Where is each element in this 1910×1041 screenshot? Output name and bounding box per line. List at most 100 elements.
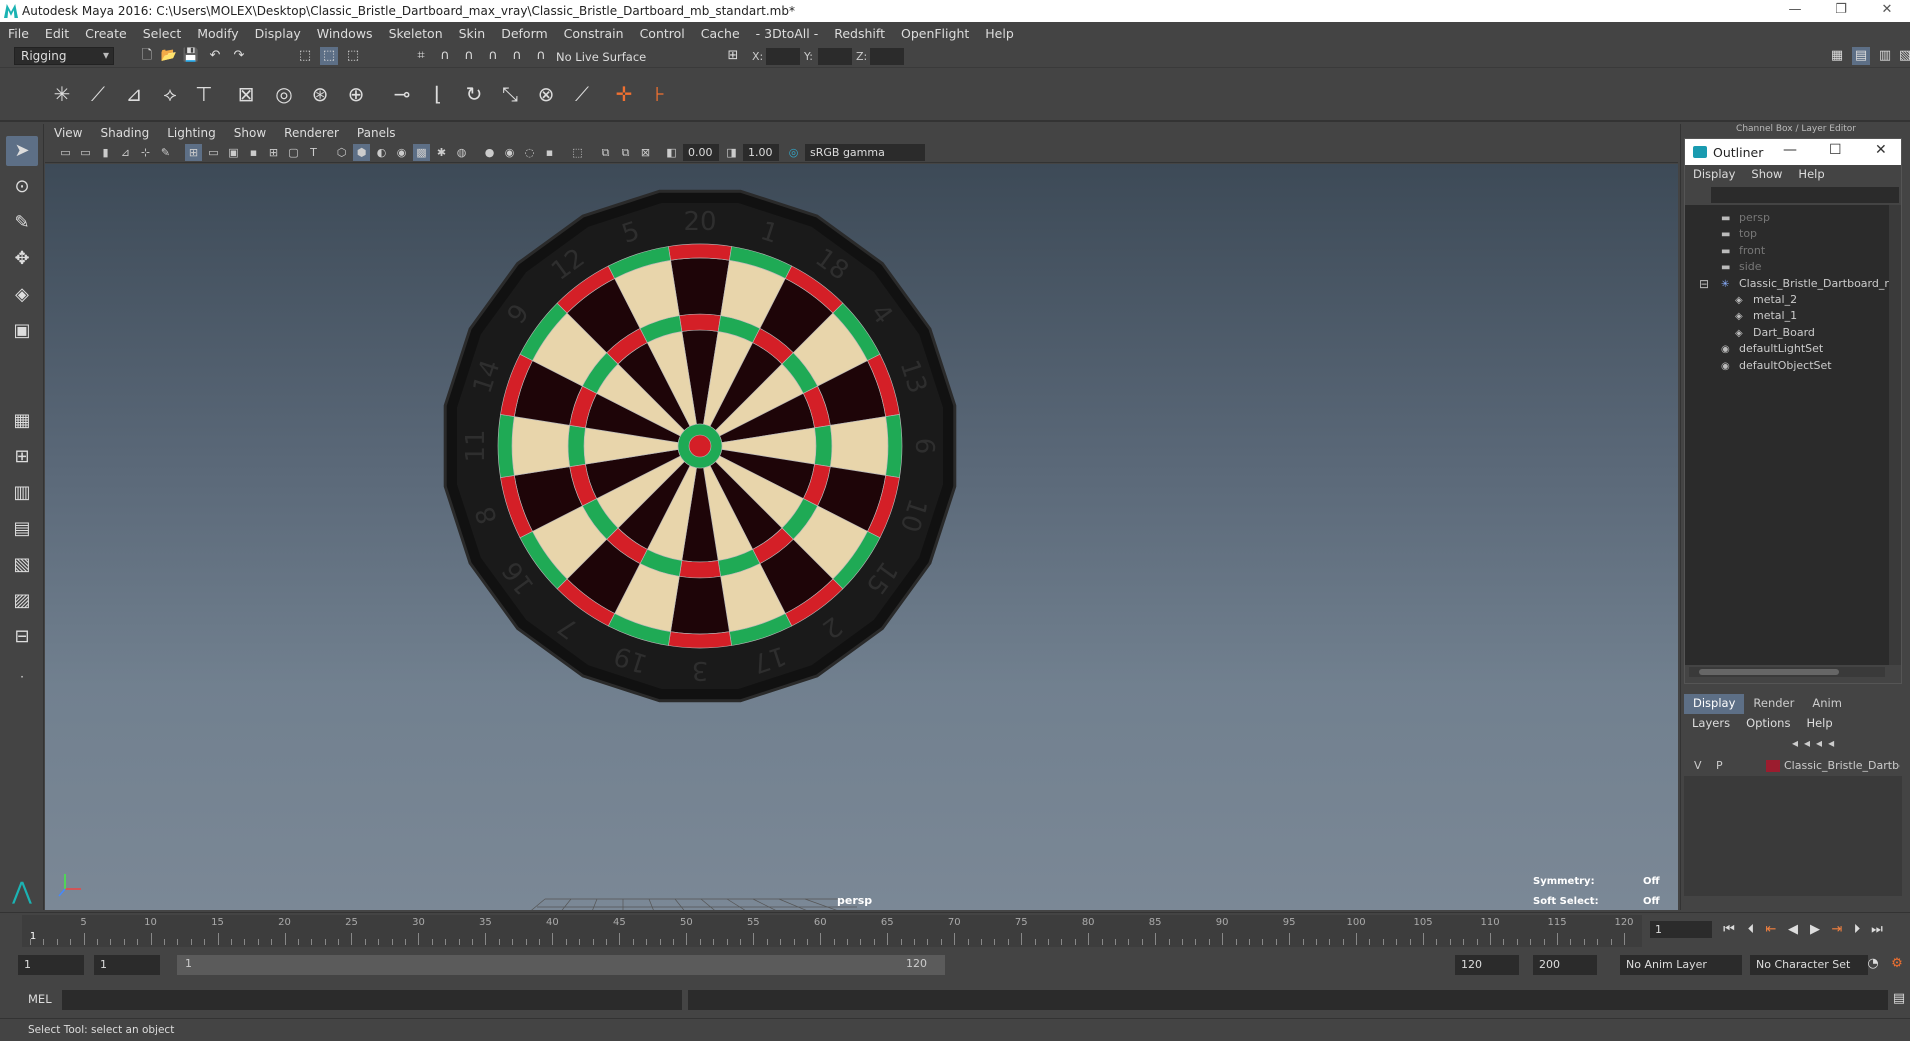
- outliner-item[interactable]: ✳ Classic_Bristle_Dartboard_r: [1721, 275, 1889, 293]
- exposure-field[interactable]: 0.00: [683, 144, 719, 161]
- outliner-item[interactable]: ◉ defaultObjectSet: [1721, 357, 1832, 375]
- current-frame-field[interactable]: 1: [1650, 921, 1712, 938]
- wire-icon[interactable]: ⊕: [340, 78, 372, 110]
- ik-spline-icon[interactable]: ⊿: [118, 78, 150, 110]
- z-field[interactable]: [870, 48, 904, 65]
- menuset-dropdown[interactable]: Rigging: [14, 47, 114, 65]
- custom-pane-icon[interactable]: ⊟: [6, 622, 38, 652]
- play-backwards-icon[interactable]: ◀: [1784, 921, 1802, 939]
- current-time-marker[interactable]: 1: [30, 931, 36, 942]
- outliner-item[interactable]: ▬ front: [1721, 242, 1765, 260]
- 2d-pan-zoom-icon[interactable]: ⊹: [137, 144, 154, 161]
- exposure-icon[interactable]: ◧: [663, 144, 680, 161]
- gamma-field[interactable]: 1.00: [743, 144, 779, 161]
- select-component-icon[interactable]: ⬚: [344, 47, 362, 65]
- xray-joints-icon[interactable]: ⧉: [597, 144, 614, 161]
- depth-of-field-icon[interactable]: ◌: [521, 144, 538, 161]
- joint-tool-icon[interactable]: ✳: [46, 78, 78, 110]
- layer-tab-display[interactable]: Display: [1684, 694, 1745, 714]
- snap-curve-icon[interactable]: ∩: [436, 47, 454, 65]
- layer-name[interactable]: Classic_Bristle_Dartboard: [1784, 756, 1900, 776]
- use-all-lights-icon[interactable]: ✱: [433, 144, 450, 161]
- time-slider-track[interactable]: 5 10 15 20 25 30 35 40 45 50 55 60 65 70 75 80 85 90 95 100…: [22, 915, 1642, 947]
- tool-settings-toggle-icon[interactable]: ▥: [1876, 47, 1894, 65]
- step-forward-key-icon[interactable]: ⇥: [1828, 921, 1846, 939]
- menu-skeleton[interactable]: Skeleton: [381, 26, 451, 41]
- menu-redshift[interactable]: Redshift: [826, 26, 893, 41]
- outliner-item[interactable]: ▬ side: [1721, 258, 1762, 276]
- default-lighting-icon[interactable]: ◐: [373, 144, 390, 161]
- snap-surface-icon[interactable]: ∩: [508, 47, 526, 65]
- viewport-menu-view[interactable]: View: [45, 126, 91, 140]
- snap-point-icon[interactable]: ∩: [460, 47, 478, 65]
- outliner-pane-icon[interactable]: ▧: [6, 550, 38, 580]
- go-to-start-icon[interactable]: ⏮: [1720, 921, 1738, 939]
- menu-control[interactable]: Control: [632, 26, 693, 41]
- rotate-tool-icon[interactable]: ◈: [6, 280, 38, 310]
- playback-start-field[interactable]: 1: [94, 955, 160, 975]
- menu-select[interactable]: Select: [135, 26, 190, 41]
- wrap-icon[interactable]: ⊛: [304, 78, 336, 110]
- select-hierarchy-icon[interactable]: ⬚: [296, 47, 314, 65]
- parent-constraint-icon[interactable]: ⊗: [530, 78, 562, 110]
- anim-start-field[interactable]: 1: [18, 955, 84, 975]
- pole-vector-icon[interactable]: ⟋: [566, 78, 598, 110]
- menu-create[interactable]: Create: [77, 26, 135, 41]
- cluster-handle-icon[interactable]: ⊦: [644, 78, 676, 110]
- four-pane-icon[interactable]: ⊞: [6, 442, 38, 472]
- safe-action-icon[interactable]: ▢: [285, 144, 302, 161]
- preferences-icon[interactable]: ⚙: [1888, 955, 1906, 973]
- hypershade-pane-icon[interactable]: ▨: [6, 586, 38, 616]
- mel-label[interactable]: MEL: [28, 992, 52, 1006]
- xray-icon[interactable]: ⬚: [569, 144, 586, 161]
- outliner-maximize-button[interactable]: ☐: [1829, 142, 1842, 158]
- outliner-minimize-button[interactable]: —: [1783, 142, 1797, 158]
- field-chart-icon[interactable]: ⊞: [265, 144, 282, 161]
- colorspace-dropdown[interactable]: sRGB gamma: [805, 144, 925, 161]
- bookmark-icon[interactable]: ▮: [97, 144, 114, 161]
- outliner-hscroll[interactable]: [1689, 667, 1885, 677]
- outliner-item[interactable]: ◈ metal_2: [1735, 291, 1797, 309]
- isolate-select-icon[interactable]: ▪: [541, 144, 558, 161]
- cluster-icon[interactable]: ⊠: [230, 78, 262, 110]
- layer-menu-layers[interactable]: Layers: [1684, 716, 1738, 734]
- image-plane-icon[interactable]: ⊿: [117, 144, 134, 161]
- color-management-icon[interactable]: ◎: [785, 144, 802, 161]
- outliner-item[interactable]: ◉ defaultLightSet: [1721, 340, 1823, 358]
- paint-select-icon[interactable]: ✎: [6, 208, 38, 238]
- redo-icon[interactable]: ↷: [230, 47, 248, 65]
- menu-deform[interactable]: Deform: [493, 26, 555, 41]
- outliner-vscroll[interactable]: [1889, 205, 1901, 665]
- outliner-hscroll-thumb[interactable]: [1699, 669, 1839, 675]
- anim-end-field[interactable]: 200: [1533, 955, 1597, 975]
- menu-display[interactable]: Display: [247, 26, 309, 41]
- smooth-shade-icon[interactable]: ⬢: [353, 144, 370, 161]
- lattice-icon[interactable]: ◎: [268, 78, 300, 110]
- bind-skin-icon[interactable]: ⟡: [154, 78, 186, 110]
- snap-live-icon[interactable]: ∩: [532, 47, 550, 65]
- resolution-gate-icon[interactable]: ▣: [225, 144, 242, 161]
- transform-constraints-icon[interactable]: ⊞: [724, 47, 742, 65]
- save-scene-icon[interactable]: 💾: [182, 47, 200, 65]
- viewport-menu-shading[interactable]: Shading: [91, 126, 158, 140]
- auto-key-icon[interactable]: ◔: [1864, 955, 1882, 973]
- anim-layer-dropdown[interactable]: No Anim Layer: [1620, 955, 1742, 975]
- open-scene-icon[interactable]: 📂: [160, 47, 178, 65]
- step-forward-icon[interactable]: ⏵: [1848, 921, 1866, 939]
- menu-cache[interactable]: Cache: [693, 26, 748, 41]
- menu-file[interactable]: File: [0, 26, 37, 41]
- outliner-item[interactable]: ◈ metal_1: [1735, 307, 1797, 325]
- shadows-icon[interactable]: ◉: [393, 144, 410, 161]
- multisample-aa-icon[interactable]: ◉: [501, 144, 518, 161]
- render-settings-icon[interactable]: ▦: [1828, 47, 1846, 65]
- viewport-menu-renderer[interactable]: Renderer: [275, 126, 348, 140]
- character-set-dropdown[interactable]: No Character Set: [1750, 955, 1868, 975]
- layouts-more-icon[interactable]: ·: [6, 662, 38, 692]
- x-field[interactable]: [766, 48, 800, 65]
- menu-skin[interactable]: Skin: [451, 26, 494, 41]
- gate-mask-icon[interactable]: ▪: [245, 144, 262, 161]
- single-pane-icon[interactable]: ▦: [6, 406, 38, 436]
- outliner-close-button[interactable]: ✕: [1875, 142, 1887, 158]
- graph-pane-icon[interactable]: ▤: [6, 514, 38, 544]
- restore-button[interactable]: ❐: [1818, 0, 1864, 22]
